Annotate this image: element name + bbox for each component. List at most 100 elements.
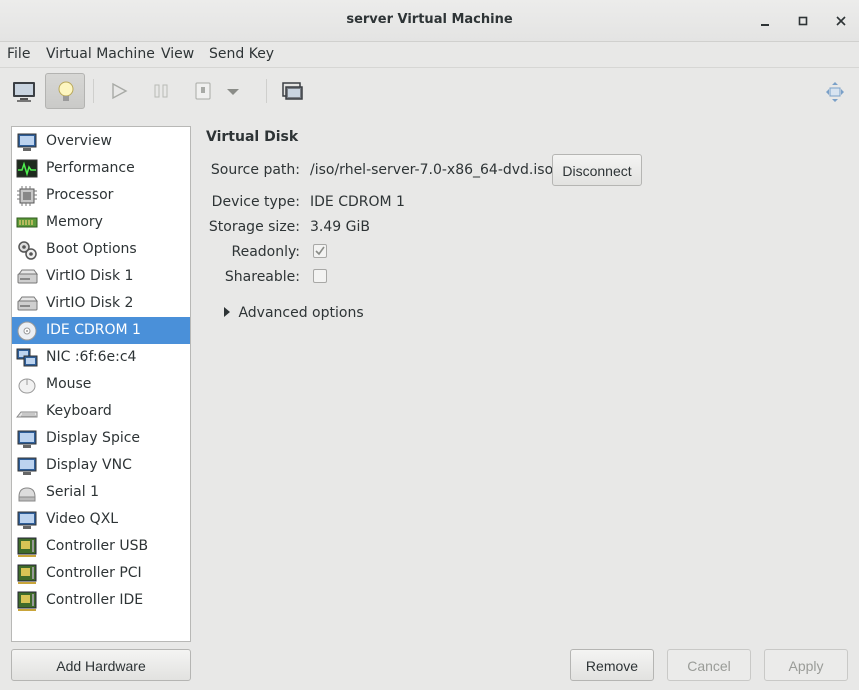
close-icon — [836, 16, 846, 26]
display-icon — [16, 428, 38, 450]
serial-icon — [16, 482, 38, 504]
sidebar-item[interactable]: IDE CDROM 1 — [12, 317, 190, 344]
sidebar-item-label: Controller IDE — [46, 592, 144, 608]
run-button[interactable] — [99, 73, 139, 109]
device-type-value: IDE CDROM 1 — [310, 194, 405, 210]
add-hardware-button[interactable]: Add Hardware — [11, 649, 191, 681]
sidebar-item-label: Performance — [46, 160, 135, 176]
play-icon — [112, 82, 128, 100]
section-title: Virtual Disk — [206, 129, 299, 145]
sidebar-item-label: Keyboard — [46, 403, 112, 419]
sidebar-item[interactable]: Controller IDE — [12, 587, 190, 614]
boot-options-icon — [16, 239, 38, 261]
power-icon — [195, 82, 211, 100]
menu-send-key[interactable]: Send Key — [209, 46, 274, 62]
performance-icon — [16, 158, 38, 180]
sidebar-item-label: IDE CDROM 1 — [46, 322, 141, 338]
hardware-list: Overview Performance Processor Memory Boot O… — [11, 126, 191, 642]
sidebar-item[interactable]: Display Spice — [12, 425, 190, 452]
fullscreen-button[interactable] — [815, 73, 855, 109]
menu-file[interactable]: File — [7, 46, 30, 62]
close-button[interactable] — [830, 10, 852, 32]
lightbulb-icon — [58, 81, 74, 101]
resize-icon — [826, 82, 844, 102]
device-type-label: Device type: — [211, 194, 300, 210]
sidebar-item-label: VirtIO Disk 2 — [46, 295, 134, 311]
sidebar-item[interactable]: Keyboard — [12, 398, 190, 425]
memory-icon — [16, 212, 38, 234]
disconnect-button[interactable]: Disconnect — [552, 154, 642, 186]
controller-icon — [16, 590, 38, 612]
snapshots-icon — [282, 82, 303, 100]
advanced-options-label: Advanced options — [238, 305, 364, 321]
shareable-checkbox[interactable] — [313, 269, 327, 283]
toolbar — [0, 69, 859, 115]
sidebar-item[interactable]: Controller PCI — [12, 560, 190, 587]
sidebar-item-label: Memory — [46, 214, 103, 230]
sidebar-item-label: Boot Options — [46, 241, 137, 257]
snapshots-button[interactable] — [272, 73, 312, 109]
sidebar-item[interactable]: Serial 1 — [12, 479, 190, 506]
menu-virtual-machine[interactable]: Virtual Machine — [46, 46, 155, 62]
display-icon — [16, 455, 38, 477]
sidebar-item-label: Display VNC — [46, 457, 132, 473]
pause-icon — [154, 84, 168, 98]
maximize-button[interactable] — [792, 10, 814, 32]
sidebar-item[interactable]: VirtIO Disk 2 — [12, 290, 190, 317]
keyboard-icon — [15, 401, 38, 423]
sidebar-item-label: Video QXL — [46, 511, 119, 527]
toolbar-separator — [93, 79, 94, 103]
controller-icon — [16, 563, 38, 585]
video-icon — [16, 509, 38, 531]
shutdown-button[interactable] — [183, 73, 223, 109]
remove-button[interactable]: Remove — [570, 649, 654, 681]
sidebar-item-label: NIC :6f:6e:c4 — [46, 349, 137, 365]
toolbar-separator — [266, 79, 267, 103]
sidebar-item-label: Controller USB — [46, 538, 149, 554]
monitor-icon — [13, 82, 35, 102]
cdrom-icon — [16, 320, 38, 342]
controller-icon — [16, 536, 38, 558]
console-button[interactable] — [4, 73, 44, 109]
overview-icon — [16, 131, 38, 153]
sidebar-item[interactable]: Memory — [12, 209, 190, 236]
sidebar-item-label: VirtIO Disk 1 — [46, 268, 134, 284]
nic-icon — [16, 347, 38, 369]
sidebar-item[interactable]: Video QXL — [12, 506, 190, 533]
details-button[interactable] — [45, 73, 85, 109]
sidebar-item[interactable]: Boot Options — [12, 236, 190, 263]
menu-view[interactable]: View — [161, 46, 194, 62]
source-path-label: Source path: — [210, 162, 300, 178]
processor-icon — [16, 185, 38, 207]
cancel-button[interactable]: Cancel — [667, 649, 751, 681]
readonly-checkbox[interactable] — [313, 244, 327, 258]
disk-icon — [16, 266, 38, 288]
sidebar-item[interactable]: NIC :6f:6e:c4 — [12, 344, 190, 371]
shareable-label: Shareable: — [224, 269, 300, 285]
pause-button[interactable] — [141, 73, 181, 109]
minimize-button[interactable] — [754, 10, 776, 32]
sidebar-item-label: Controller PCI — [46, 565, 142, 581]
sidebar-item[interactable]: Performance — [12, 155, 190, 182]
sidebar-item[interactable]: Controller USB — [12, 533, 190, 560]
source-path-value: /iso/rhel-server-7.0-x86_64-dvd.iso — [310, 162, 554, 178]
apply-button[interactable]: Apply — [764, 649, 848, 681]
advanced-options-expander[interactable]: Advanced options — [222, 305, 364, 321]
readonly-label: Readonly: — [231, 244, 301, 260]
sidebar-item[interactable]: Display VNC — [12, 452, 190, 479]
shutdown-menu-button[interactable] — [221, 73, 245, 109]
sidebar-item[interactable]: Mouse — [12, 371, 190, 398]
window-title: server Virtual Machine — [346, 12, 513, 27]
sidebar-item[interactable]: Processor — [12, 182, 190, 209]
checkmark-icon — [315, 246, 325, 256]
menu-bar: File Virtual Machine View Send Key — [0, 42, 859, 68]
storage-size-label: Storage size: — [208, 219, 300, 235]
sidebar-item-label: Overview — [46, 133, 112, 149]
minimize-icon — [761, 24, 769, 26]
storage-size-value: 3.49 GiB — [310, 219, 370, 235]
disk-icon — [16, 293, 38, 315]
sidebar-item[interactable]: VirtIO Disk 1 — [12, 263, 190, 290]
sidebar-item-label: Mouse — [46, 376, 92, 392]
sidebar-item-label: Serial 1 — [46, 484, 99, 500]
sidebar-item[interactable]: Overview — [12, 128, 190, 155]
